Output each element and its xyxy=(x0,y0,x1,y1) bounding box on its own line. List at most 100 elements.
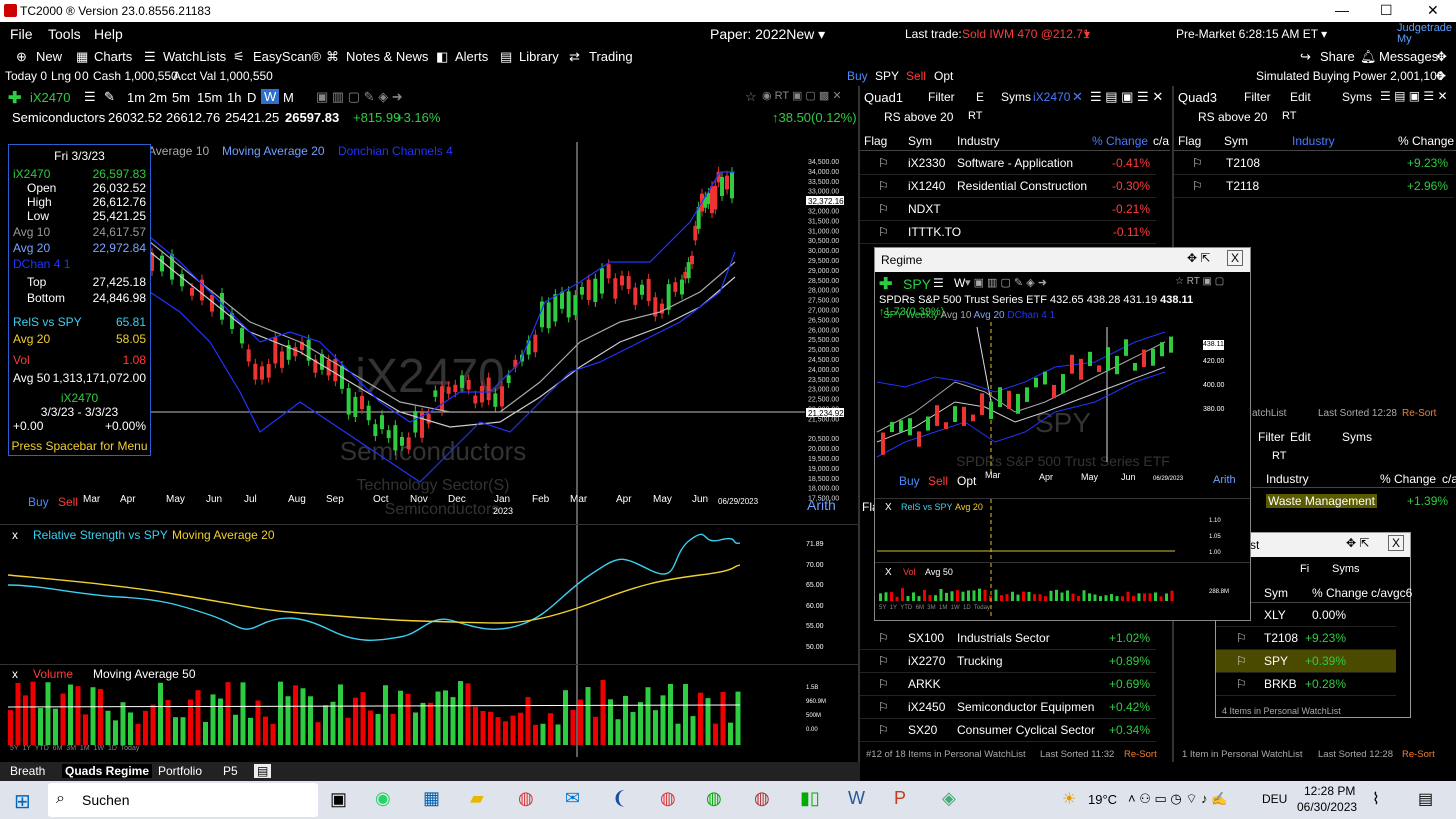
rt-icon[interactable]: ◉ RT ▣ ▢ ▩ ✕ xyxy=(762,89,842,102)
data-box[interactable]: Fri 3/3/23 iX2470 26,597.83 Open 26,032.… xyxy=(8,144,151,456)
chrome-profile-icon[interactable]: ◍ xyxy=(754,788,770,809)
quad3-filter-name[interactable]: RS above 20 xyxy=(1198,110,1267,124)
col-pct-change[interactable]: % Change xyxy=(1312,586,1368,600)
mid-rt[interactable]: RT xyxy=(1272,450,1286,462)
mini-close-icon[interactable]: X xyxy=(1388,535,1405,551)
new-button[interactable]: New xyxy=(36,49,62,64)
col-industry[interactable]: Industry xyxy=(957,134,1000,148)
flag-icon[interactable]: ⚐ xyxy=(878,156,889,170)
col-pct-change[interactable]: % Change xyxy=(1092,134,1148,148)
sell-button[interactable]: Sell xyxy=(906,69,926,83)
interval-d[interactable]: D xyxy=(247,90,256,105)
flag-icon[interactable]: ⚐ xyxy=(1192,179,1203,193)
quad1-clear-icon[interactable]: ✕ xyxy=(1072,89,1083,105)
col-ca[interactable]: c/a xyxy=(1442,472,1456,486)
watchlist-row[interactable]: ⚐ SX20 Consumer Cyclical Sector +0.34% xyxy=(860,719,1156,742)
tf-1m[interactable]: 1M xyxy=(80,745,90,752)
mid-edit[interactable]: Edit xyxy=(1290,430,1311,444)
draw-icon[interactable]: ✎ xyxy=(104,89,115,105)
mini-syms[interactable]: Syms xyxy=(1332,563,1360,575)
mid-syms[interactable]: Syms xyxy=(1342,430,1372,444)
watchlists-button[interactable]: WatchLists xyxy=(163,49,226,64)
flag-icon[interactable]: ⚐ xyxy=(878,677,889,691)
regime-symbol[interactable]: SPY xyxy=(903,276,931,292)
tab-breath[interactable]: Breath xyxy=(10,764,45,778)
regime-legend-avg10[interactable]: Avg 10 xyxy=(940,310,971,321)
tf-today[interactable]: Today xyxy=(121,745,140,752)
chart-sell-button[interactable]: Sell xyxy=(58,495,78,509)
interval-1h[interactable]: 1h xyxy=(227,90,241,105)
tf-6m[interactable]: 6M xyxy=(53,745,63,752)
add-icon[interactable]: ✚ xyxy=(8,88,21,108)
flag-icon[interactable]: ⚐ xyxy=(1236,654,1247,668)
regime-buy-button[interactable]: Buy xyxy=(899,474,920,488)
watchlist-row[interactable]: ⚐ iX1240 Residential Construction -0.30% xyxy=(860,175,1156,198)
quad1-title[interactable]: Quad1 xyxy=(864,90,903,105)
maximize-button[interactable]: ☐ xyxy=(1380,2,1393,19)
star-icon[interactable]: ☆ xyxy=(745,89,757,105)
tf-1w[interactable]: 1W xyxy=(94,745,105,752)
quad3-syms[interactable]: Syms xyxy=(1342,90,1372,104)
move-icon[interactable]: ✥ xyxy=(1436,49,1447,65)
flag-icon[interactable]: ⚐ xyxy=(1236,631,1247,645)
watchlist-row[interactable]: ⚐ SX100 Industrials Sector +1.02% xyxy=(860,627,1156,650)
tf-ytd[interactable]: YTD xyxy=(900,605,912,611)
col-industry[interactable]: Industry xyxy=(1266,472,1309,486)
flag-icon[interactable]: ⚐ xyxy=(878,654,889,668)
watchlist-row[interactable]: ⚐ NDXT -0.21% xyxy=(860,198,1156,221)
flag-icon[interactable]: ⚐ xyxy=(1192,156,1203,170)
quad1-menu-icon[interactable]: ☰ ▤ ▣ ☰ ✕ xyxy=(1090,89,1163,105)
chart-symbol[interactable]: iX2470 xyxy=(30,90,70,105)
regime-legend-dchan[interactable]: DChan 4 1 xyxy=(1007,310,1055,321)
regime-rt-icon[interactable]: ☆ RT ▣ ▢ xyxy=(1175,276,1224,287)
tf-1w[interactable]: 1W xyxy=(951,605,960,611)
clock-time[interactable]: 12:28 PM xyxy=(1304,784,1355,798)
arith-scale-toggle[interactable]: Arith xyxy=(807,497,836,513)
menu-help[interactable]: Help xyxy=(94,26,123,42)
quad1-rt[interactable]: RT xyxy=(968,110,982,122)
quad3-title[interactable]: Quad3 xyxy=(1178,90,1217,105)
regime-price-chart[interactable]: SPY SPDRs S&P 500 Trust Series ETF xyxy=(875,322,1250,482)
chrome-profile-icon[interactable]: ◍ xyxy=(660,788,676,809)
flag-icon[interactable]: ⚐ xyxy=(1236,677,1247,691)
tf-1d[interactable]: 1D xyxy=(108,745,117,752)
tab-quads-regime[interactable]: Quads Regime xyxy=(62,764,153,778)
regime-interval[interactable]: W xyxy=(954,276,965,290)
mini-filter[interactable]: Fi xyxy=(1300,563,1309,575)
watchlist-row[interactable]: ⚐ T2108 +9.23% xyxy=(1216,627,1396,650)
mid-row[interactable]: Waste Management +1.39% xyxy=(1252,490,1456,512)
quad3-filter[interactable]: Filter xyxy=(1244,90,1271,104)
chrome-profile-icon[interactable]: ◍ xyxy=(706,788,722,809)
flag-icon[interactable]: ⚐ xyxy=(878,700,889,714)
interval-15m[interactable]: 15m xyxy=(197,90,222,105)
quad1-syms[interactable]: Syms xyxy=(1001,90,1031,104)
watchlist-row[interactable]: ⚐ ITTTK.TO -0.11% xyxy=(860,221,1156,244)
tf-1m[interactable]: 1M xyxy=(939,605,947,611)
minimize-button[interactable]: — xyxy=(1335,2,1349,18)
interval-1m[interactable]: 1m xyxy=(127,90,145,105)
mail-icon[interactable]: ✉ xyxy=(565,788,580,809)
watchlist-row[interactable]: ⚐ ARKK +0.69% xyxy=(860,673,1156,696)
col-industry[interactable]: Industry xyxy=(1292,134,1335,148)
trade-symbol[interactable]: SPY xyxy=(875,69,899,83)
tray-icons[interactable]: ˄ ⚇ ▭ ◷ ⌔ ♪ ✍ xyxy=(1128,791,1227,807)
watchlist-row[interactable]: ⚐ iX2270 Trucking +0.89% xyxy=(860,650,1156,673)
quad1-filter-checkbox[interactable]: Filter xyxy=(928,90,955,104)
task-view-icon[interactable]: ▣ xyxy=(330,789,347,810)
interval-w[interactable]: W xyxy=(261,89,280,104)
tc2000-icon[interactable]: ▮▯ xyxy=(800,788,820,809)
menu-tools[interactable]: Tools xyxy=(48,26,81,42)
regime-window[interactable]: Regime ✥ ⇱ X ✚ SPY ☰ W ▾ ▣ ▥ ▢ ✎ ◈ ➜ ☆ R… xyxy=(874,247,1251,621)
word-icon[interactable]: W xyxy=(848,788,865,809)
regime-legend-avg20[interactable]: Avg 20 xyxy=(974,310,1005,321)
quad3-rt[interactable]: RT xyxy=(1282,110,1296,122)
mid-resort[interactable]: Re-Sort xyxy=(1402,408,1436,419)
col-pct-change[interactable]: % Change xyxy=(1398,134,1454,148)
mid-filter[interactable]: Filter xyxy=(1258,430,1285,444)
premarket-clock[interactable]: Pre-Market 6:28:15 AM ET ▾ xyxy=(1176,27,1327,41)
tf-1d[interactable]: 1D xyxy=(963,605,971,611)
tf-6m[interactable]: 6M xyxy=(916,605,924,611)
weather-temp[interactable]: 19°C xyxy=(1088,792,1117,807)
share-button[interactable]: Share xyxy=(1320,49,1355,64)
regime-add-icon[interactable]: ✚ xyxy=(879,274,892,294)
